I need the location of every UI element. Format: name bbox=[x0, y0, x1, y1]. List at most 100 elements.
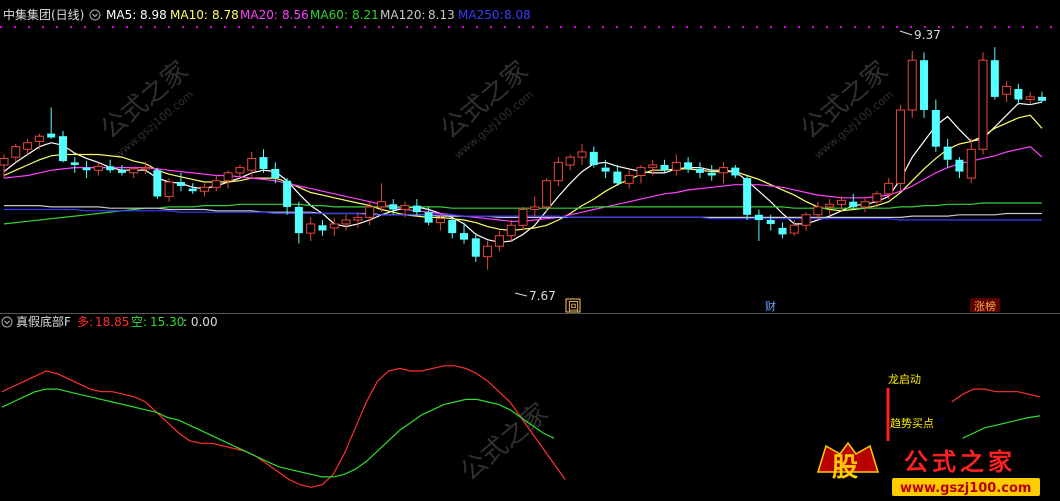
candle-body bbox=[684, 162, 693, 169]
candle-body bbox=[23, 142, 33, 150]
candle-body bbox=[636, 167, 646, 176]
candle-body bbox=[731, 167, 740, 176]
candle-body bbox=[82, 167, 91, 171]
candle-down bbox=[920, 52, 929, 118]
candle-body bbox=[306, 223, 316, 234]
candle-body bbox=[376, 201, 386, 208]
candle-body bbox=[58, 136, 67, 162]
chart-canvas: 公式之家 www.gszj100.com 公式之家 www.gszj100.co… bbox=[0, 0, 1060, 501]
candle-body bbox=[624, 174, 634, 184]
candle-body bbox=[671, 161, 681, 171]
ma120-value: 8.13 bbox=[428, 8, 455, 22]
candle-body bbox=[907, 59, 917, 111]
candle-body bbox=[176, 182, 185, 186]
candle-body bbox=[365, 206, 375, 218]
candle-body bbox=[106, 166, 115, 171]
signal-trend-label: 趋势买点 bbox=[890, 417, 934, 430]
candle-body bbox=[435, 218, 445, 224]
high-price-label: 9.37 bbox=[914, 28, 941, 42]
logo-url: www.gszj100.com bbox=[900, 481, 1031, 496]
marker-finance-label[interactable]: 财 bbox=[765, 299, 776, 313]
candle-body bbox=[329, 223, 339, 229]
candle-body bbox=[1025, 96, 1035, 100]
candle-body bbox=[494, 235, 504, 247]
candle-body bbox=[978, 59, 988, 150]
candle-body bbox=[341, 219, 351, 225]
ma60-label: MA60: bbox=[310, 8, 348, 22]
candle-body bbox=[884, 182, 894, 195]
ma10-value: 8.78 bbox=[212, 8, 239, 22]
candle-body bbox=[164, 181, 174, 197]
candle-body bbox=[990, 60, 999, 97]
candle-up bbox=[895, 104, 905, 192]
candle-up bbox=[542, 178, 552, 213]
candle-body bbox=[129, 168, 139, 174]
candle-body bbox=[754, 214, 763, 221]
logo-emblem-text: 股 bbox=[832, 453, 858, 483]
candle-body bbox=[766, 220, 775, 224]
candle-down bbox=[153, 167, 162, 200]
candle-body bbox=[530, 206, 540, 211]
indicator-short-value: 15.30 bbox=[150, 315, 184, 329]
candle-body bbox=[589, 151, 598, 165]
candle-body bbox=[966, 148, 976, 179]
candle-body bbox=[895, 109, 905, 184]
marker-limit-up-label: 涨榜 bbox=[974, 299, 996, 313]
candle-body bbox=[353, 216, 363, 221]
candle-body bbox=[719, 167, 729, 174]
candle-body bbox=[318, 225, 327, 231]
candle-body bbox=[259, 157, 268, 169]
candle-body bbox=[153, 170, 162, 197]
ma120-label: MA120: bbox=[380, 8, 426, 22]
candle-body bbox=[47, 133, 56, 138]
candle-body bbox=[743, 178, 752, 215]
candle-body bbox=[389, 204, 398, 210]
candle-body bbox=[553, 161, 563, 182]
indicator-long-label: 多: bbox=[77, 315, 93, 329]
candle-body bbox=[200, 186, 210, 192]
candle-body bbox=[648, 164, 658, 169]
candle-body bbox=[412, 205, 421, 213]
candle-body bbox=[518, 209, 528, 226]
candle-body bbox=[920, 60, 929, 110]
indicator-name: 真假底部F bbox=[16, 314, 71, 329]
candle-body bbox=[955, 159, 964, 172]
candle-body bbox=[223, 172, 233, 182]
candle-body bbox=[695, 168, 704, 173]
candle-body bbox=[11, 146, 21, 158]
candle-body bbox=[93, 165, 103, 171]
candle-body bbox=[0, 157, 9, 166]
candle-body bbox=[931, 109, 940, 147]
indicator-third-value: : 0.00 bbox=[183, 315, 218, 329]
candle-body bbox=[34, 135, 44, 142]
candle-body bbox=[1002, 85, 1012, 95]
ma60-value: 8.21 bbox=[352, 8, 379, 22]
candle-body bbox=[660, 165, 669, 171]
stock-period: (日线) bbox=[51, 8, 84, 22]
stock-name: 中集集团 bbox=[3, 7, 51, 22]
candle-body bbox=[471, 238, 480, 257]
candle-body bbox=[141, 167, 151, 170]
candle-body bbox=[860, 201, 870, 208]
candle-body bbox=[801, 214, 811, 226]
candle-body bbox=[400, 205, 410, 211]
candle-body bbox=[247, 157, 257, 171]
candle-body bbox=[271, 168, 280, 179]
candle-body bbox=[117, 170, 126, 173]
candle-body bbox=[601, 167, 610, 172]
ma20-label: MA20: bbox=[240, 8, 278, 22]
candle-body bbox=[565, 156, 575, 166]
candle-body bbox=[577, 151, 587, 158]
candle-down bbox=[743, 175, 752, 221]
candle-body bbox=[424, 212, 433, 223]
candle-body bbox=[188, 188, 197, 192]
candle-body bbox=[1037, 96, 1047, 101]
candle-body bbox=[70, 162, 79, 165]
candle-body bbox=[778, 227, 787, 235]
candle-body bbox=[813, 206, 823, 216]
candle-body bbox=[448, 220, 457, 234]
candle-body bbox=[825, 203, 835, 208]
candle-body bbox=[1014, 89, 1023, 100]
candle-body bbox=[460, 233, 469, 240]
ma5-value: 8.98 bbox=[140, 8, 167, 22]
